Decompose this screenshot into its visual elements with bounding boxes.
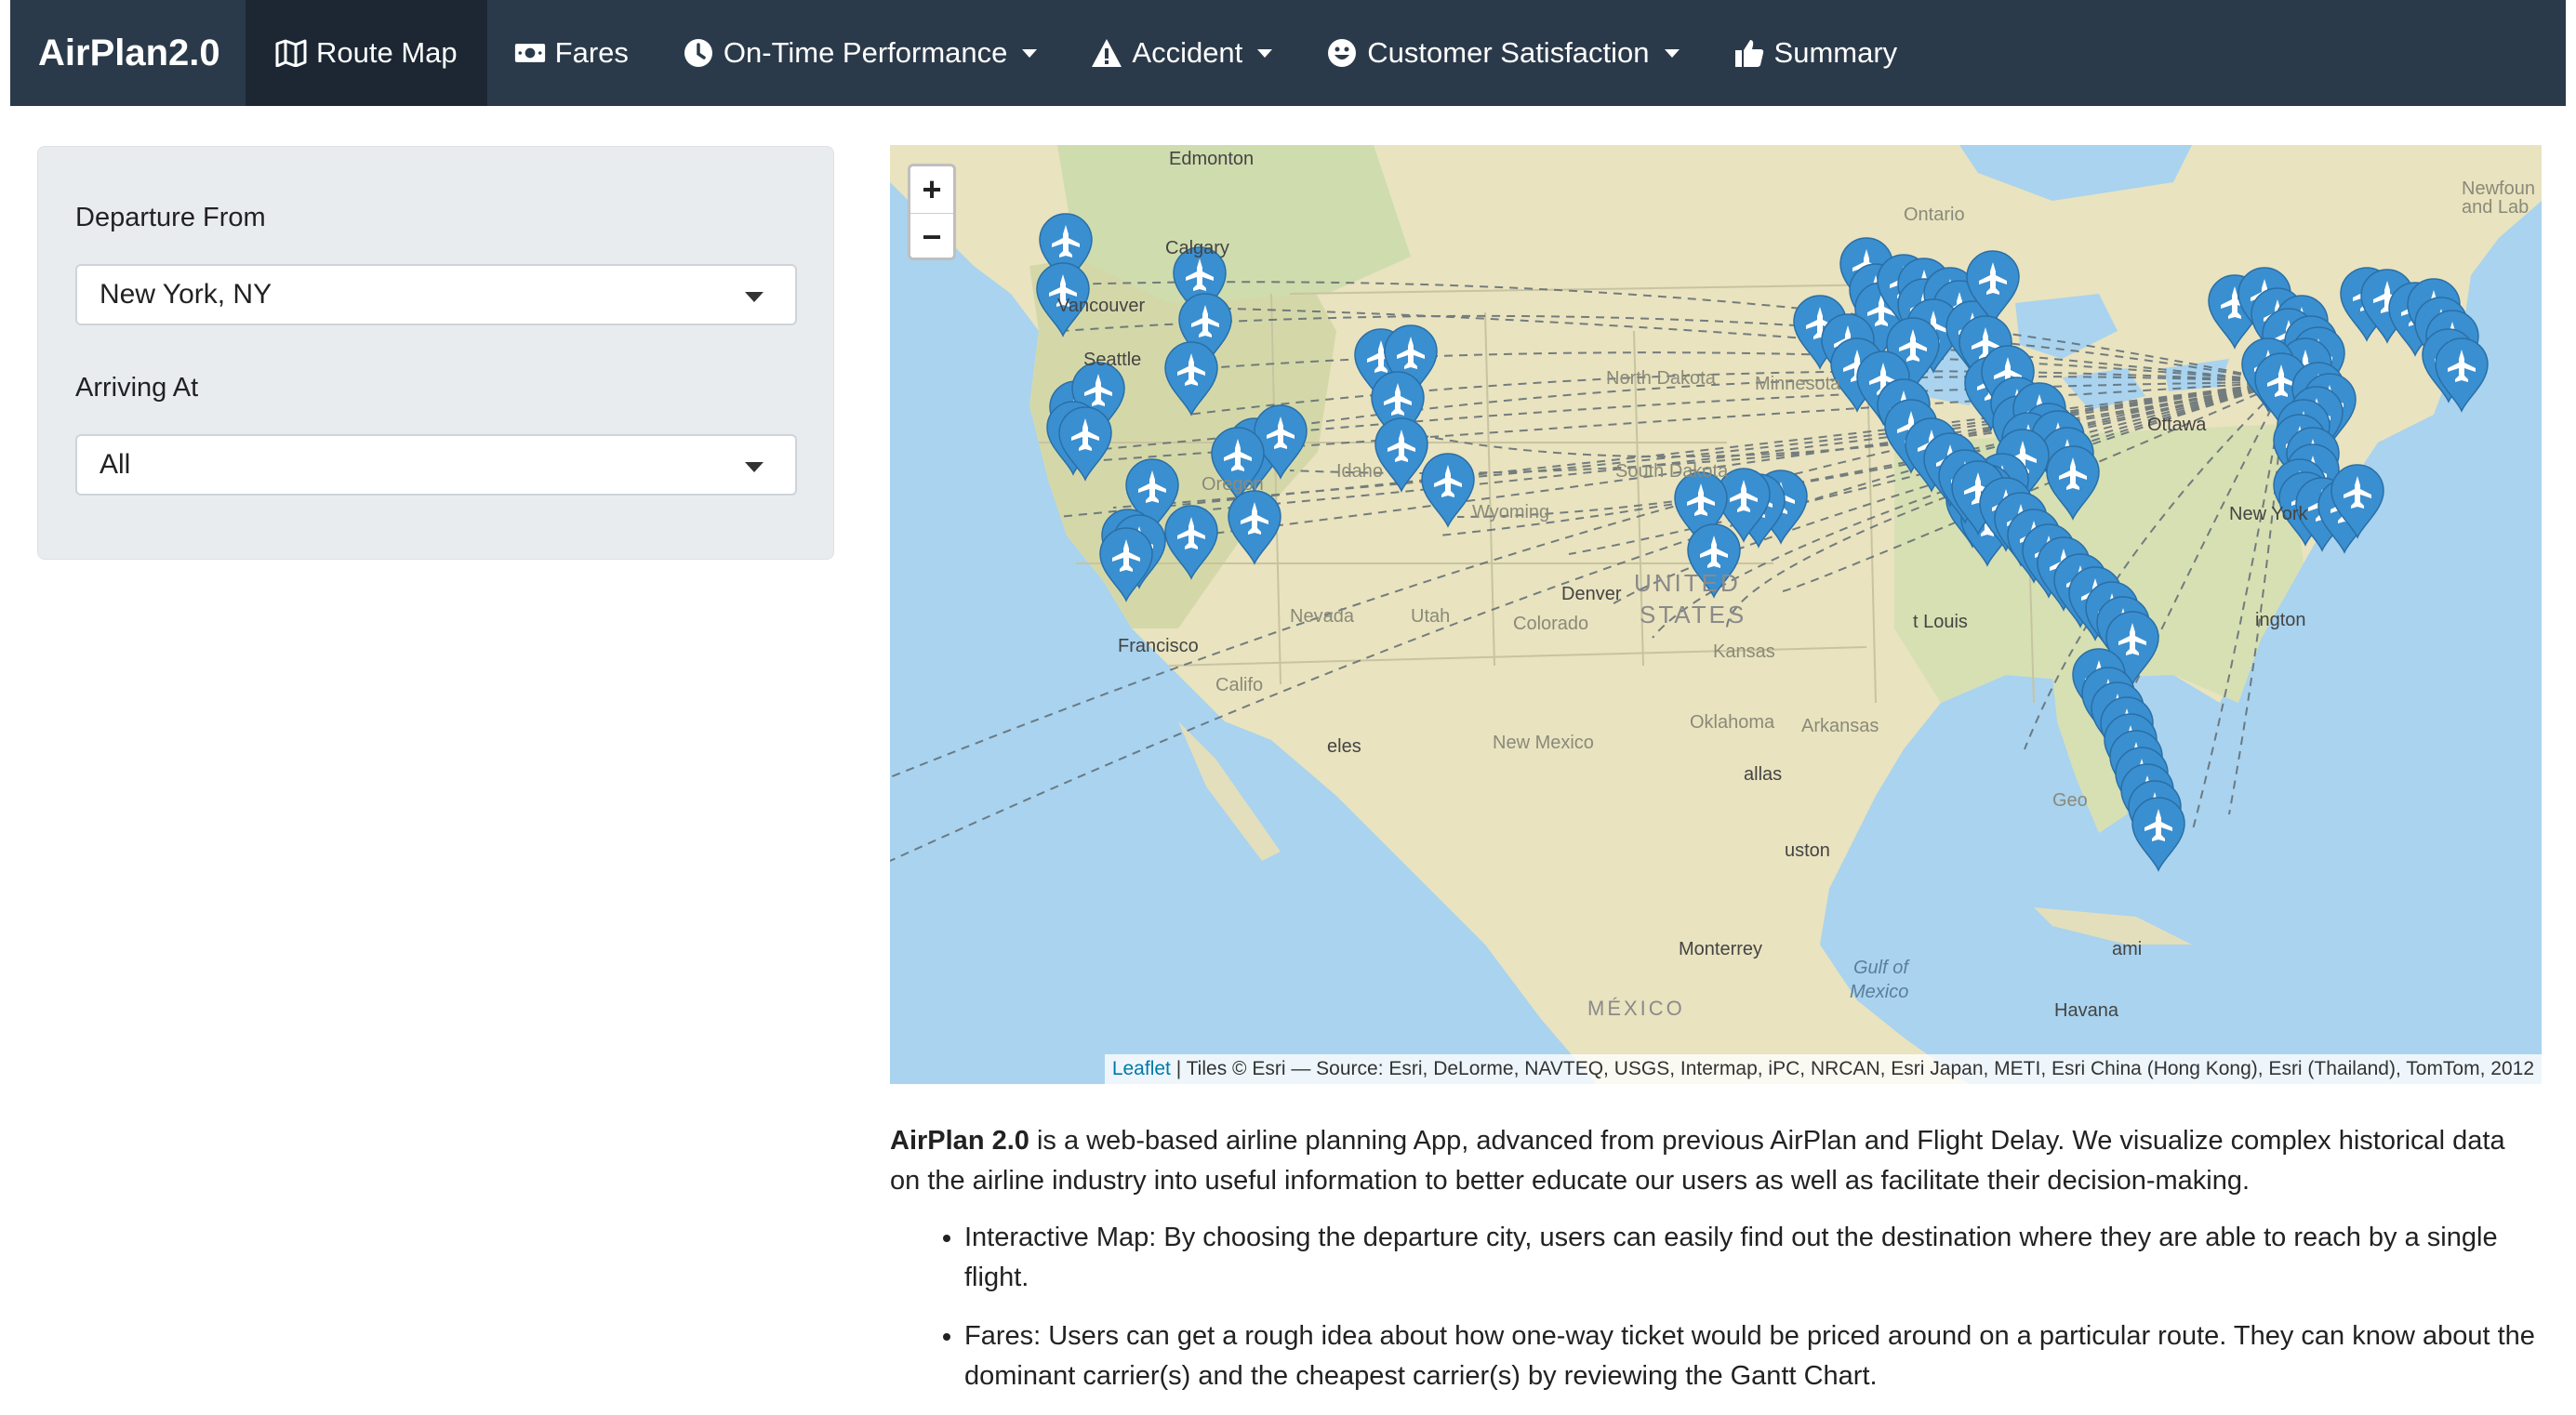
thumbs-up-icon xyxy=(1733,37,1765,69)
chevron-down-icon xyxy=(745,292,764,302)
departure-select[interactable]: New York, NY xyxy=(75,264,797,325)
map-label-gulf: Gulf of xyxy=(1853,958,1908,978)
departure-label: Departure From xyxy=(75,203,266,232)
map-label-havana: Havana xyxy=(2054,1000,2118,1021)
map-label-dallas: allas xyxy=(1744,764,1783,785)
feature-list: Interactive Map: By choosing the departu… xyxy=(890,1218,2536,1396)
feature-item-interactive-map: Interactive Map: By choosing the departu… xyxy=(964,1218,2536,1298)
map-label-calgary: Calgary xyxy=(1165,238,1229,258)
map-label-mexico: MÉXICO xyxy=(1587,997,1685,1020)
nav-summary-label: Summary xyxy=(1773,36,1898,69)
map-label-gulf-mexico: Mexico xyxy=(1850,982,1909,1002)
map-label-north-dakota: North Dakota xyxy=(1606,368,1716,389)
map-label-denver: Denver xyxy=(1561,584,1622,604)
nav-route-map[interactable]: Route Map xyxy=(246,0,487,106)
feature-item-fares: Fares: Users can get a rough idea about … xyxy=(964,1316,2536,1396)
nav-route-map-label: Route Map xyxy=(316,36,458,69)
nav-customer-satisfaction[interactable]: Customer Satisfaction xyxy=(1299,0,1706,106)
intro-text: is a web-based airline planning App, adv… xyxy=(890,1126,2505,1196)
nav-summary[interactable]: Summary xyxy=(1706,0,1925,106)
nav-customer-satisfaction-label: Customer Satisfaction xyxy=(1367,36,1650,69)
map-label-nevada: Nevada xyxy=(1290,606,1354,627)
map-label-new-york: New York xyxy=(2229,504,2308,524)
nav-fares[interactable]: Fares xyxy=(487,0,656,106)
nav-fares-label: Fares xyxy=(554,36,629,69)
map-label-wyoming: Wyoming xyxy=(1472,502,1550,522)
chevron-down-icon xyxy=(1022,48,1038,58)
route-map[interactable]: Edmonton Calgary Vancouver Seattle Ontar… xyxy=(890,145,2542,1084)
leaflet-link[interactable]: Leaflet xyxy=(1112,1058,1171,1079)
map-label-monterrey: Monterrey xyxy=(1679,939,1763,959)
intro-app-name: AirPlan 2.0 xyxy=(890,1126,1029,1156)
smile-icon xyxy=(1326,37,1358,69)
intro-paragraph: AirPlan 2.0 is a web-based airline plann… xyxy=(890,1121,2536,1201)
nav-accident-label: Accident xyxy=(1132,36,1243,69)
map-label-georgia: Geo xyxy=(2052,790,2088,811)
chevron-down-icon xyxy=(1257,48,1273,58)
map-label-states: STATES xyxy=(1640,601,1747,628)
map-label-edmonton: Edmonton xyxy=(1169,149,1255,169)
nav-on-time-performance[interactable]: On-Time Performance xyxy=(656,0,1065,106)
arrival-select[interactable]: All xyxy=(75,434,797,496)
filter-panel: Departure From New York, NY Arriving At … xyxy=(37,146,834,560)
nav-accident[interactable]: Accident xyxy=(1064,0,1299,106)
map-label-utah: Utah xyxy=(1411,606,1451,627)
map-label-south-dakota: South Dakota xyxy=(1615,461,1729,482)
map-label-oklahoma: Oklahoma xyxy=(1690,712,1775,733)
zoom-in-button[interactable]: + xyxy=(910,166,953,214)
warning-icon xyxy=(1091,37,1122,69)
map-label-san-francisco: Francisco xyxy=(1118,636,1199,656)
map-label-houston: uston xyxy=(1785,840,1830,861)
money-icon xyxy=(514,37,546,69)
map-label-california: Califo xyxy=(1215,675,1264,695)
arrival-select-value: All xyxy=(100,449,131,480)
map-label-minnesota: Minnesota xyxy=(1755,374,1841,394)
zoom-control: + − xyxy=(908,164,956,260)
attribution-text: | Tiles © Esri — Source: Esri, DeLorme, … xyxy=(1170,1058,2534,1079)
map-label-st-louis: t Louis xyxy=(1913,612,1968,632)
map-label-ottawa: Ottawa xyxy=(2147,415,2207,435)
app-description: AirPlan 2.0 is a web-based airline plann… xyxy=(890,1121,2536,1415)
map-label-ontario: Ontario xyxy=(1904,205,1965,225)
clock-icon xyxy=(683,37,714,69)
map-label-vancouver: Vancouver xyxy=(1057,296,1146,316)
map-label-oregon: Oregon xyxy=(1202,474,1264,495)
map-label-arkansas: Arkansas xyxy=(1801,716,1879,736)
top-navbar: AirPlan2.0 Route Map Fares On-Time Perfo… xyxy=(10,0,2566,106)
map-label-los-angeles: eles xyxy=(1327,736,1361,757)
nav-on-time-label: On-Time Performance xyxy=(723,36,1008,69)
departure-select-value: New York, NY xyxy=(100,279,272,310)
chevron-down-icon xyxy=(745,462,764,472)
map-label-kansas: Kansas xyxy=(1713,641,1775,662)
map-label-newfoundland-2: and Lab xyxy=(2462,197,2530,218)
map-label-new-mexico: New Mexico xyxy=(1493,733,1594,753)
chevron-down-icon xyxy=(1664,48,1680,58)
map-label-united: UNITED xyxy=(1634,569,1741,597)
map-label-colorado: Colorado xyxy=(1513,614,1589,634)
zoom-out-button[interactable]: − xyxy=(910,214,953,260)
map-icon xyxy=(275,37,307,69)
map-label-washington: ington xyxy=(2255,610,2306,630)
map-label-idaho: Idaho xyxy=(1336,461,1384,482)
map-label-seattle: Seattle xyxy=(1083,350,1142,370)
arrival-label: Arriving At xyxy=(75,373,199,403)
app-brand[interactable]: AirPlan2.0 xyxy=(10,0,246,106)
map-attribution: Leaflet | Tiles © Esri — Source: Esri, D… xyxy=(1104,1054,2542,1084)
map-label-miami: ami xyxy=(2112,939,2143,959)
